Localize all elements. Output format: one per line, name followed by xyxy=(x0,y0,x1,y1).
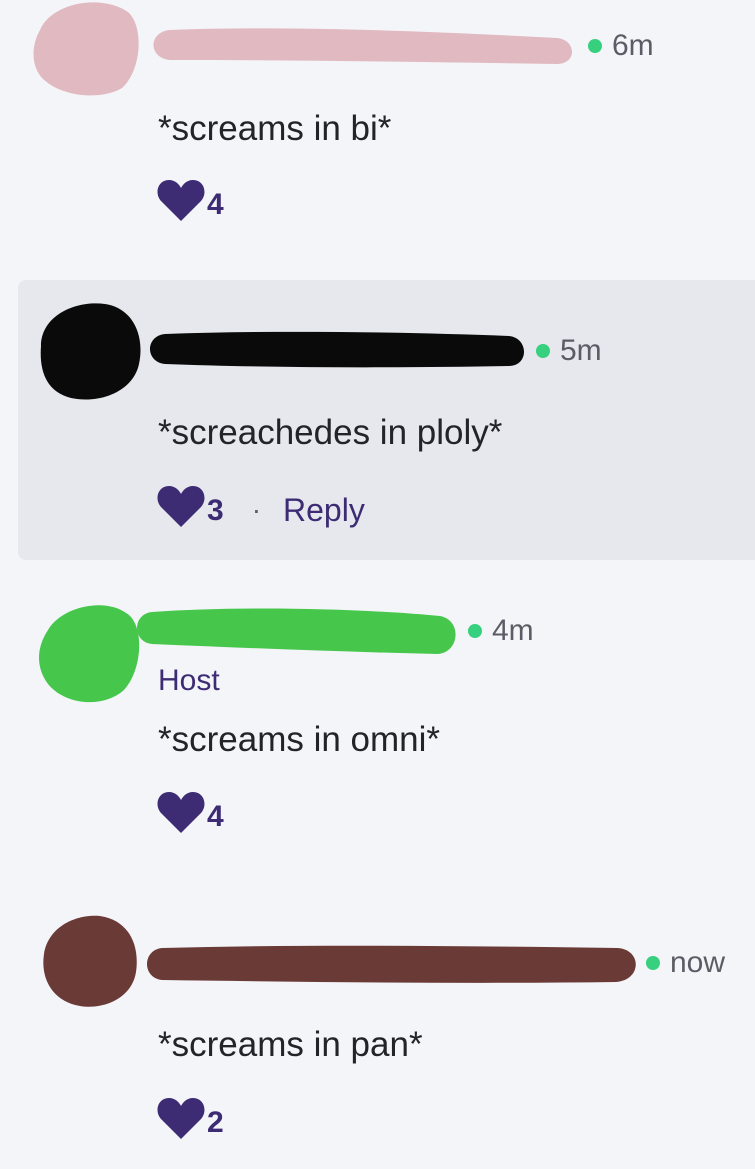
online-status-dot xyxy=(536,344,550,358)
comment-item: now *screams in pan* 2 xyxy=(0,900,755,1169)
comment-text: *screams in omni* xyxy=(158,720,441,759)
avatar[interactable] xyxy=(38,600,142,704)
comment-text: *screams in bi* xyxy=(158,109,392,148)
heart-icon[interactable] xyxy=(157,1096,205,1140)
avatar[interactable] xyxy=(40,914,140,1010)
host-badge: Host xyxy=(158,664,220,697)
timestamp: 5m xyxy=(536,336,602,366)
comment-actions: 3 · Reply xyxy=(157,484,365,528)
online-status-dot xyxy=(588,39,602,53)
comment-actions: 4 xyxy=(157,790,224,834)
avatar-scribble xyxy=(33,2,139,96)
separator-dot: · xyxy=(251,494,262,525)
comment-item: 4m Host *screams in omni* 4 xyxy=(0,590,755,880)
avatar[interactable] xyxy=(32,0,142,96)
timestamp-text: now xyxy=(670,946,726,979)
comment-text: *screams in pan* xyxy=(158,1025,423,1064)
comment-item: 6m *screams in bi* 4 xyxy=(0,0,755,270)
avatar-scribble xyxy=(43,915,137,1007)
avatar-scribble xyxy=(40,303,141,400)
heart-icon[interactable] xyxy=(157,178,205,222)
like-count: 4 xyxy=(207,800,224,833)
like-count: 2 xyxy=(207,1106,224,1139)
online-status-dot xyxy=(468,624,482,638)
username-redacted[interactable] xyxy=(146,942,640,988)
like-count: 3 xyxy=(207,494,224,527)
timestamp: 4m xyxy=(468,616,534,646)
username-redacted[interactable] xyxy=(152,24,577,68)
like-count: 4 xyxy=(207,188,224,221)
reply-button[interactable]: Reply xyxy=(283,494,365,526)
timestamp-text: 5m xyxy=(560,334,602,367)
timestamp-text: 6m xyxy=(612,29,654,62)
heart-icon[interactable] xyxy=(157,484,205,528)
comment-actions: 2 xyxy=(157,1096,224,1140)
timestamp-text: 4m xyxy=(492,614,534,647)
comment-actions: 4 xyxy=(157,178,224,222)
timestamp: 6m xyxy=(588,31,654,61)
avatar-scribble xyxy=(39,605,140,703)
online-status-dot xyxy=(646,956,660,970)
timestamp: now xyxy=(646,948,725,978)
comment-item-highlighted: 5m *screachedes in ploly* 3 · Reply xyxy=(18,280,755,560)
username-redacted[interactable] xyxy=(136,604,458,658)
username-redacted[interactable] xyxy=(149,330,527,370)
avatar[interactable] xyxy=(35,302,145,402)
comment-text: *screachedes in ploly* xyxy=(158,413,503,452)
heart-icon[interactable] xyxy=(157,790,205,834)
